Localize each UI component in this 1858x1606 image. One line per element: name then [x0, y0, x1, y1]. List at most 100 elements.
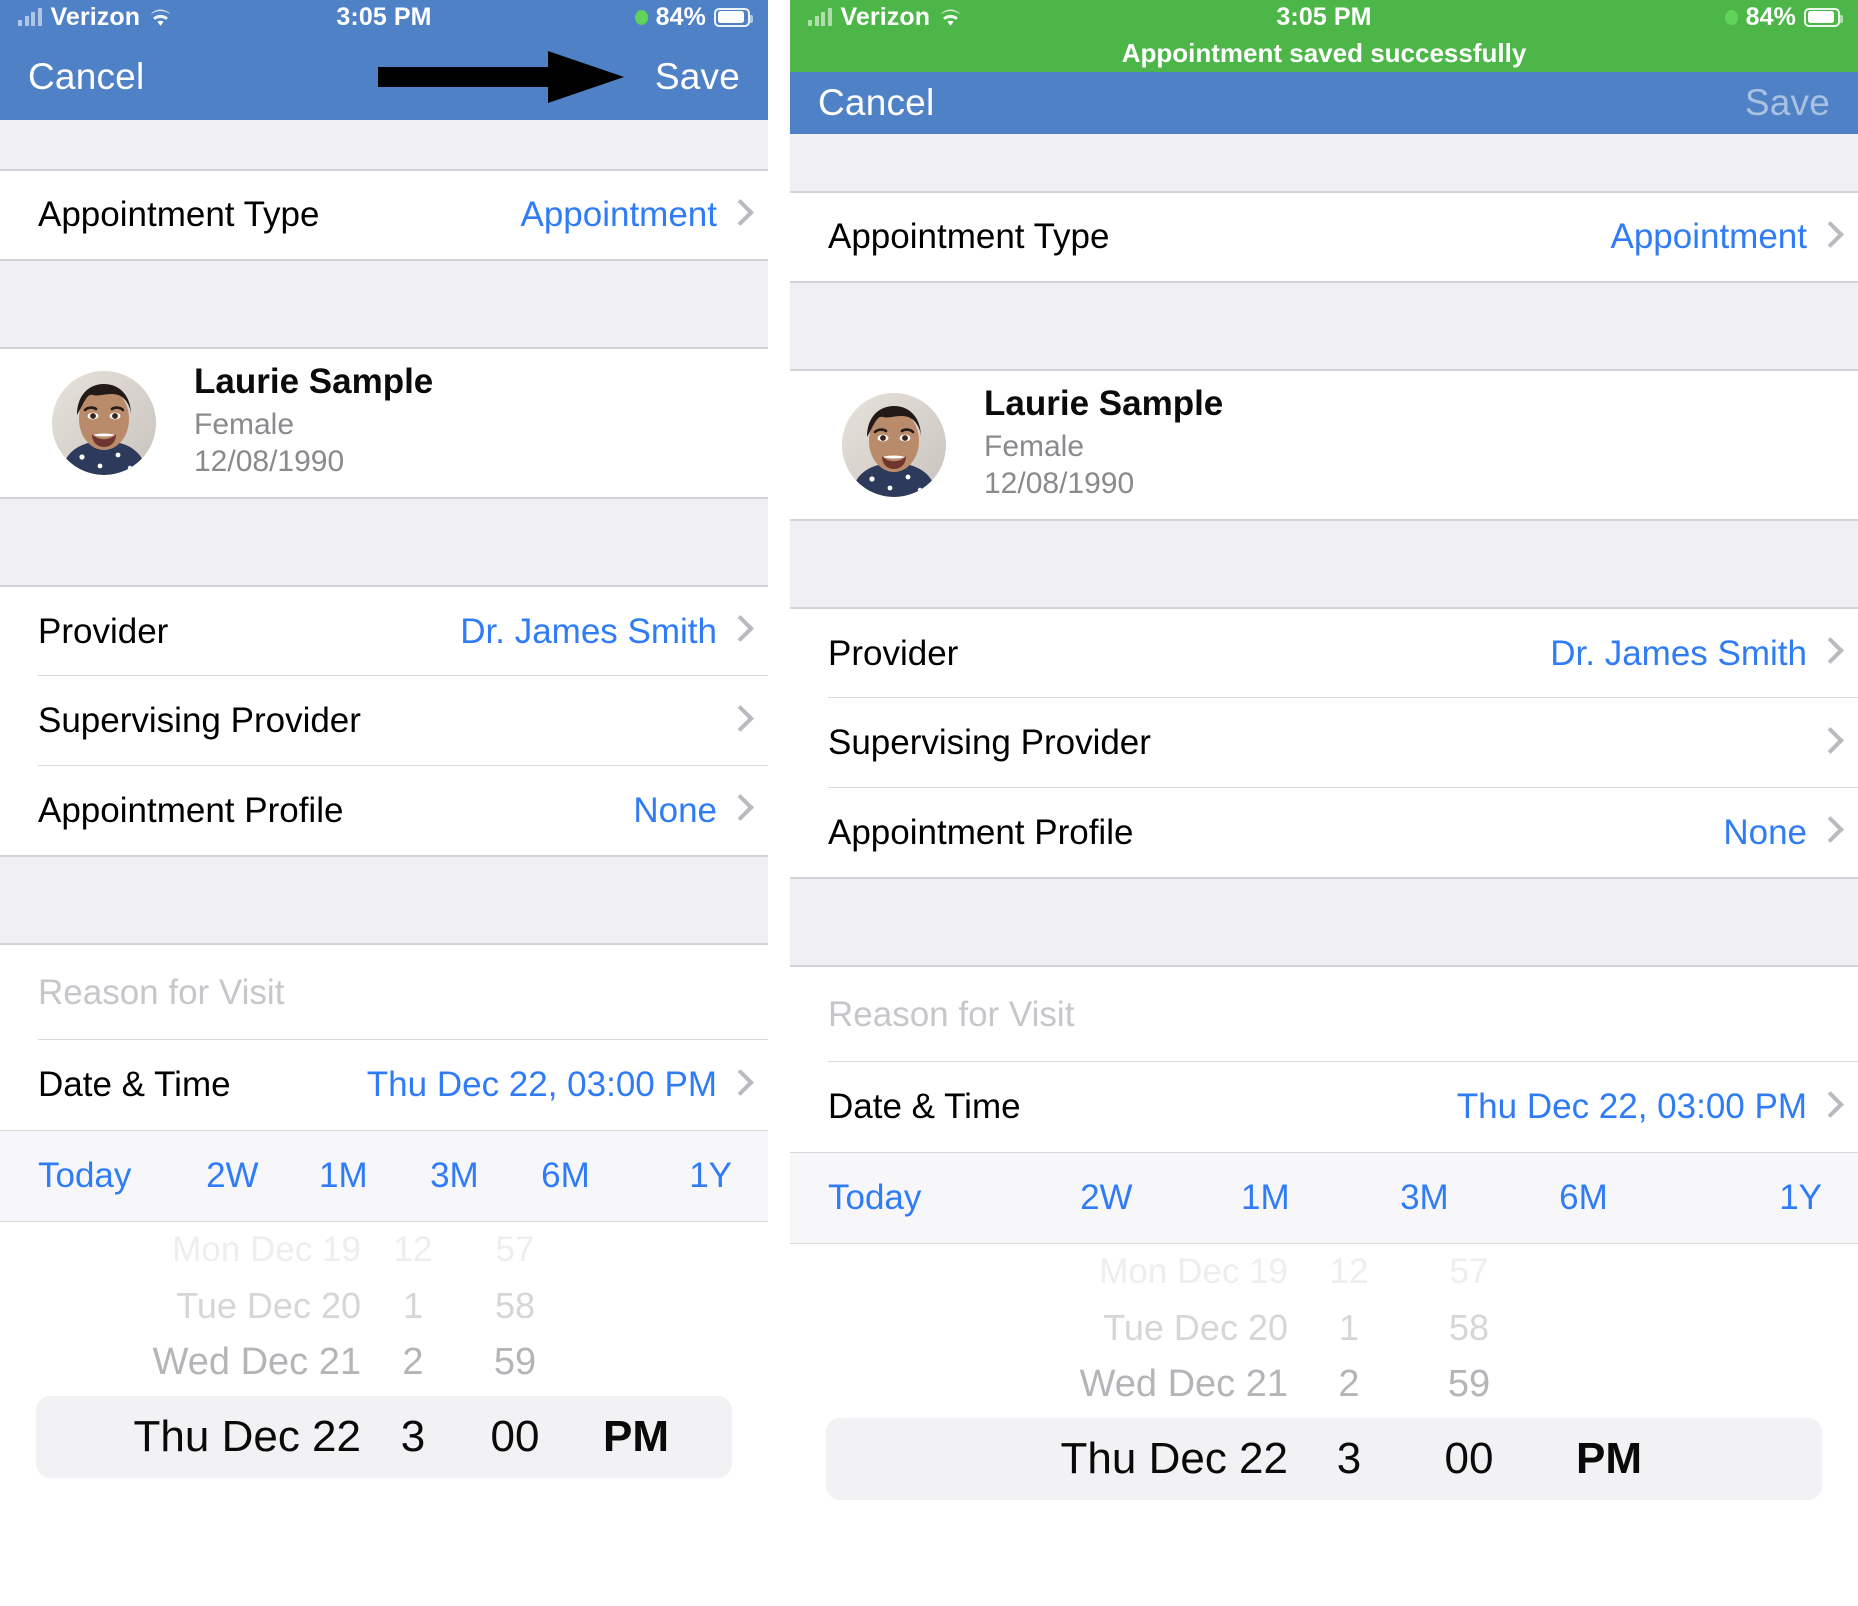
reason-for-visit-placeholder: Reason for Visit [828, 994, 1075, 1034]
picker-minute: 58 [1448, 1307, 1490, 1348]
appointment-type-label: Appointment Type [828, 217, 1110, 256]
picker-minute: 57 [495, 1230, 535, 1269]
quick-range-bar: Today 2W 1M 3M 6M 1Y [790, 1152, 1858, 1244]
quick-range-1m[interactable]: 1M [288, 1156, 399, 1196]
cancel-button[interactable]: Cancel [28, 56, 144, 98]
patient-dob: 12/08/1990 [194, 444, 345, 478]
quick-range-today[interactable]: Today [14, 1156, 177, 1196]
left-phone-screen: Verizon 3:05 PM 84% Cancel Save Appointm… [0, 0, 768, 1606]
row-date-time[interactable]: Date & Time Thu Dec 22, 03:00 PM [790, 1062, 1858, 1152]
patient-name: Laurie Sample [194, 361, 434, 401]
chevron-right-icon [1821, 728, 1840, 759]
patient-info: Laurie Sample Female 12/08/1990 [984, 385, 1223, 505]
picker-row[interactable]: Tue Dec 20 1 58 [790, 1300, 1858, 1356]
chevron-right-icon [1821, 817, 1840, 848]
picker-selected-row[interactable]: Thu Dec 22 3 00 PM [36, 1396, 732, 1478]
quick-range-2w[interactable]: 2W [1027, 1178, 1186, 1218]
row-supervising-provider[interactable]: Supervising Provider [0, 676, 768, 766]
row-appointment-type[interactable]: Appointment Type Appointment [790, 192, 1858, 282]
picker-minute: 59 [1447, 1362, 1491, 1405]
group-gap-provider [0, 498, 768, 586]
date-time-picker-wheel[interactable]: Mon Dec 19 12 57 Tue Dec 20 1 58 Wed Dec… [790, 1244, 1858, 1504]
quick-range-1y[interactable]: 1Y [1663, 1178, 1844, 1218]
picker-minute: 59 [493, 1340, 537, 1383]
picker-date: Mon Dec 19 [1099, 1252, 1288, 1291]
picker-selected-date: Thu Dec 22 [1060, 1434, 1288, 1483]
battery-icon [714, 7, 753, 27]
patient-avatar-photo [52, 371, 156, 475]
quick-range-1m[interactable]: 1M [1186, 1178, 1345, 1218]
picker-row[interactable]: Tue Dec 20 1 58 [0, 1278, 768, 1334]
picker-row[interactable]: Mon Dec 19 12 57 [790, 1244, 1858, 1300]
row-provider[interactable]: Provider Dr. James Smith [790, 608, 1858, 698]
row-date-time[interactable]: Date & Time Thu Dec 22, 03:00 PM [0, 1040, 768, 1130]
quick-range-3m[interactable]: 3M [1345, 1178, 1504, 1218]
group-gap-reason [790, 878, 1858, 966]
green-dot-icon [1724, 9, 1738, 25]
appointment-type-label: Appointment Type [38, 195, 320, 234]
row-appointment-profile[interactable]: Appointment Profile None [0, 766, 768, 856]
patient-card[interactable]: Laurie Sample Female 12/08/1990 [790, 370, 1858, 520]
picker-date: Wed Dec 21 [1079, 1362, 1288, 1405]
group-gap-top [0, 120, 768, 170]
battery-percent-label: 84% [1745, 2, 1796, 31]
navigation-bar-right: Cancel Save [790, 72, 1858, 134]
provider-label: Provider [38, 611, 169, 651]
chevron-right-icon [1821, 222, 1840, 253]
reason-for-visit-placeholder: Reason for Visit [38, 972, 285, 1012]
reason-for-visit-input[interactable]: Reason for Visit [790, 966, 1858, 1062]
date-time-label: Date & Time [38, 1065, 231, 1104]
picker-hour: 1 [1338, 1307, 1360, 1348]
date-time-picker-wheel[interactable]: Mon Dec 19 12 57 Tue Dec 20 1 58 Wed Dec… [0, 1222, 768, 1482]
picker-row[interactable]: Wed Dec 21 2 59 [0, 1334, 768, 1390]
chevron-right-icon [731, 1070, 750, 1101]
quick-range-6m[interactable]: 6M [1504, 1178, 1663, 1218]
status-bar-right-group: 84% [634, 2, 753, 32]
chevron-right-icon [731, 706, 750, 737]
patient-gender: Female [194, 408, 295, 442]
picker-selected-minute: 00 [1444, 1434, 1494, 1483]
patient-card[interactable]: Laurie Sample Female 12/08/1990 [0, 348, 768, 498]
group-gap-top [790, 134, 1858, 192]
supervising-provider-label: Supervising Provider [38, 701, 361, 740]
reason-for-visit-input[interactable]: Reason for Visit [0, 944, 768, 1040]
quick-range-today[interactable]: Today [804, 1178, 1027, 1218]
picker-selected-row[interactable]: Thu Dec 22 3 00 PM [826, 1418, 1822, 1500]
quick-range-bar: Today 2W 1M 3M 6M 1Y [0, 1130, 768, 1222]
quick-range-2w[interactable]: 2W [177, 1156, 288, 1196]
patient-dob: 12/08/1990 [984, 466, 1135, 500]
quick-range-1y[interactable]: 1Y [621, 1156, 754, 1196]
picker-selected-hour: 3 [1336, 1434, 1362, 1483]
row-provider[interactable]: Provider Dr. James Smith [0, 586, 768, 676]
picker-row[interactable]: Mon Dec 19 12 57 [0, 1222, 768, 1278]
battery-icon [1804, 7, 1843, 27]
picker-selected-minute: 00 [490, 1412, 540, 1461]
carrier-label: Verizon [840, 2, 931, 31]
success-toast-banner: Appointment saved successfully [790, 34, 1858, 72]
row-appointment-type[interactable]: Appointment Type Appointment [0, 170, 768, 260]
picker-selected-meridiem: PM [603, 1412, 669, 1461]
appointment-profile-label: Appointment Profile [38, 790, 344, 830]
row-appointment-profile[interactable]: Appointment Profile None [790, 788, 1858, 878]
picker-hour: 1 [402, 1285, 424, 1326]
cancel-button[interactable]: Cancel [818, 82, 934, 124]
supervising-provider-label: Supervising Provider [828, 723, 1151, 762]
date-time-label: Date & Time [828, 1087, 1021, 1126]
save-button-disabled: Save [1744, 82, 1830, 123]
provider-value: Dr. James Smith [1550, 633, 1807, 673]
battery-percent-label: 84% [655, 2, 706, 31]
green-dot-icon [634, 9, 648, 25]
status-bar-left-group: Verizon [808, 3, 962, 32]
chevron-right-icon [731, 616, 750, 647]
picker-date: Wed Dec 21 [152, 1340, 361, 1383]
picker-row[interactable]: Wed Dec 21 2 59 [790, 1356, 1858, 1412]
quick-range-3m[interactable]: 3M [399, 1156, 510, 1196]
wifi-icon [149, 8, 172, 26]
picker-minute: 58 [494, 1285, 536, 1326]
save-button[interactable]: Save [655, 56, 740, 98]
appointment-profile-value: None [1723, 812, 1807, 852]
quick-range-6m[interactable]: 6M [510, 1156, 621, 1196]
picker-date: Mon Dec 19 [172, 1230, 361, 1269]
carrier-label: Verizon [50, 2, 141, 31]
row-supervising-provider[interactable]: Supervising Provider [790, 698, 1858, 788]
